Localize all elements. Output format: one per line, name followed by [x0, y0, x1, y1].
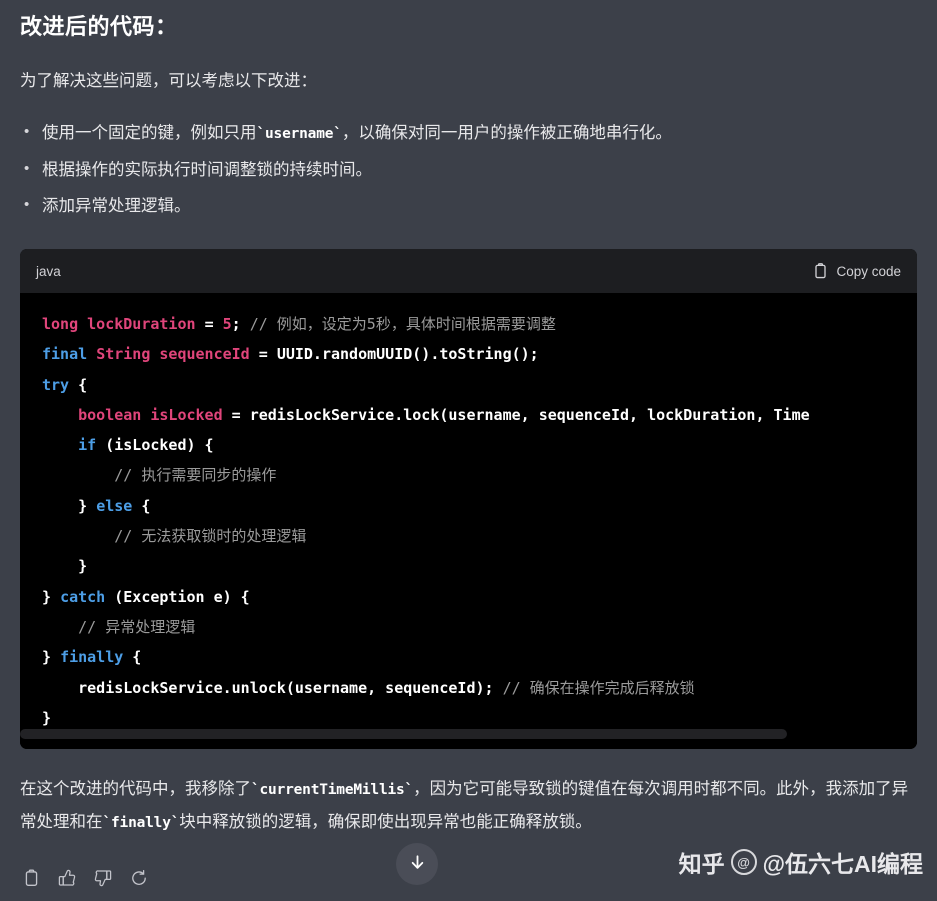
scrollbar-thumb[interactable] — [20, 729, 787, 739]
code-token: { — [123, 648, 142, 667]
code-token: // 无法获取锁时的处理逻辑 — [114, 527, 307, 546]
scroll-to-bottom-button[interactable] — [396, 843, 438, 885]
watermark-handle: @伍六七AI编程 — [762, 851, 923, 877]
list-item-text-pre: 添加异常处理逻辑。 — [42, 197, 191, 215]
code-token: lockDuration — [87, 315, 196, 333]
code-token: final — [42, 345, 88, 364]
code-token: // 确保在操作完成后释放锁 — [502, 678, 695, 697]
thumbs-down-button[interactable] — [92, 867, 114, 889]
code-token: long — [42, 315, 79, 333]
refresh-icon — [130, 869, 148, 887]
thumbs-up-button[interactable] — [56, 867, 78, 889]
code-token: (isLocked) { — [96, 436, 214, 455]
code-token: = — [249, 345, 277, 364]
code-token: } — [42, 557, 88, 576]
code-token: = — [204, 315, 214, 333]
code-token: ; — [231, 315, 241, 333]
code-token: redisLockService.unlock(username, sequen… — [42, 678, 503, 697]
code-token: isLocked — [150, 405, 223, 424]
clipboard-icon — [813, 263, 828, 279]
list-item-text-post: ，以确保对同一用户的操作被正确地串行化。 — [341, 124, 672, 142]
code-token: } — [42, 708, 52, 727]
inline-code-finally: `finally` — [102, 815, 180, 831]
code-token: { — [69, 375, 88, 394]
code-token: (Exception e) { — [105, 587, 250, 606]
thumbs-down-icon — [94, 869, 112, 887]
improvements-list: 使用一个固定的键，例如只用`username`，以确保对同一用户的操作被正确地串… — [20, 119, 917, 219]
code-language-label: java — [36, 263, 61, 279]
inline-code-currenttimemillis: `currentTimeMillis` — [251, 782, 414, 798]
list-item: 添加异常处理逻辑。 — [20, 192, 917, 219]
copy-message-button[interactable] — [20, 867, 42, 889]
clipboard-icon — [23, 869, 40, 887]
code-token: } — [42, 587, 61, 606]
code-text: long lockDuration = 5; // 例如，设定为5秒，具体时间根… — [20, 309, 917, 733]
code-token: { — [132, 496, 151, 515]
copy-code-label: Copy code — [836, 263, 901, 279]
message-action-toolbar — [20, 867, 150, 889]
code-token: // 执行需要同步的操作 — [114, 466, 277, 485]
code-token: catch — [60, 587, 106, 606]
code-token: boolean — [78, 405, 142, 424]
code-token: finally — [60, 648, 124, 667]
thumbs-up-icon — [58, 869, 76, 887]
code-token: } — [42, 648, 61, 667]
chat-message-panel: 改进后的代码： 为了解决这些问题，可以考虑以下改进： 使用一个固定的键，例如只用… — [0, 0, 937, 901]
intro-paragraph: 为了解决这些问题，可以考虑以下改进： — [20, 72, 317, 90]
code-token: } — [42, 496, 97, 515]
watermark: 知乎 @ @伍六七AI编程 — [679, 845, 923, 879]
code-token: UUID.randomUUID().toString(); — [276, 345, 539, 364]
list-item-text-pre: 使用一个固定的键，例如只用 — [42, 124, 257, 142]
code-token: redisLockService.lock(username, sequence… — [249, 405, 810, 424]
code-horizontal-scrollbar[interactable] — [20, 729, 917, 739]
watermark-site: 知乎 — [678, 851, 725, 877]
list-item: 根据操作的实际执行时间调整锁的持续时间。 — [20, 156, 917, 183]
code-body[interactable]: long lockDuration = 5; // 例如，设定为5秒，具体时间根… — [20, 293, 917, 749]
code-token: else — [96, 496, 133, 515]
closing-paragraph: 在这个改进的代码中，我移除了`currentTimeMillis`，因为它可能导… — [20, 773, 917, 839]
closing-seg3: 块中释放锁的逻辑，确保即使出现异常也能正确释放锁。 — [179, 813, 592, 831]
code-token: try — [42, 375, 70, 394]
page-title: 改进后的代码： — [20, 14, 178, 39]
watermark-logo-icon: @ — [730, 849, 757, 875]
code-token: String — [96, 345, 151, 364]
code-token: 5 — [222, 315, 232, 333]
code-token: = — [222, 405, 250, 424]
code-token: // 例如，设定为5秒，具体时间根据需要调整 — [249, 315, 556, 333]
list-item-text-pre: 根据操作的实际执行时间调整锁的持续时间。 — [42, 161, 372, 179]
list-item: 使用一个固定的键，例如只用`username`，以确保对同一用户的操作被正确地串… — [20, 119, 917, 147]
copy-code-button[interactable]: Copy code — [813, 263, 901, 279]
inline-code-username: `username` — [256, 126, 343, 142]
code-token: sequenceId — [159, 345, 250, 364]
code-block: java Copy code long lockDuration = 5; //… — [20, 249, 917, 749]
arrow-down-icon — [408, 853, 427, 875]
closing-seg1: 在这个改进的代码中，我移除了 — [20, 780, 251, 798]
code-token: // 异常处理逻辑 — [78, 617, 196, 636]
code-token: if — [78, 436, 97, 455]
code-block-header: java Copy code — [20, 249, 917, 293]
regenerate-button[interactable] — [128, 867, 150, 889]
